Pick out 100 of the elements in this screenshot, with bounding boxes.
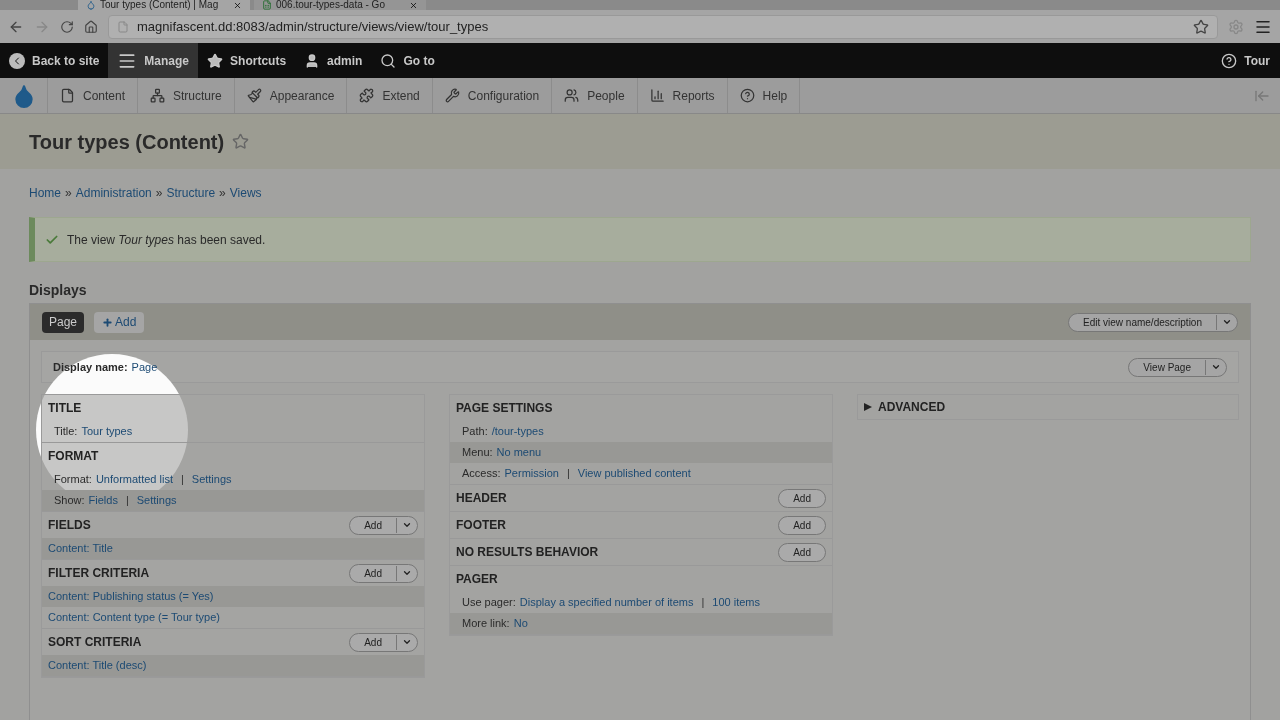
setting-link[interactable]: Permission <box>504 465 559 482</box>
toolbar-item[interactable]: Go to <box>371 43 444 78</box>
setting-link[interactable]: Unformatted list <box>95 471 173 488</box>
admin-menu-item[interactable]: Content <box>48 78 139 113</box>
toolbar-item[interactable]: Back to site <box>0 43 109 78</box>
close-icon[interactable] <box>233 1 242 10</box>
section-title: Displays <box>29 281 88 300</box>
help-icon <box>739 88 755 103</box>
setting-link[interactable]: 100 items <box>712 594 760 611</box>
add-split-button[interactable]: Add <box>349 632 418 652</box>
brush-icon <box>246 88 262 103</box>
add-button[interactable]: Add <box>778 542 826 562</box>
tour-button[interactable]: Tour <box>1211 51 1280 70</box>
advanced-toggle[interactable]: ADVANCED <box>864 398 946 416</box>
setting-label: Path: <box>462 424 488 440</box>
setting-link[interactable]: Fields <box>88 492 118 509</box>
admin-menu-item[interactable]: Extend <box>347 78 433 113</box>
address-bar[interactable]: magnifascent.dd:8083/admin/structure/views/view/tour_types <box>108 14 1218 39</box>
toolbar-item[interactable]: Shortcuts <box>198 43 296 78</box>
display-name-label: Display name: <box>53 359 128 375</box>
puzzle-icon <box>359 88 375 103</box>
setting-link[interactable]: Content: Content type (= Tour type) <box>48 609 220 626</box>
link-separator: | <box>125 493 129 509</box>
section-heading: PAGER <box>456 571 498 588</box>
setting-label: Title: <box>54 424 78 440</box>
setting-label: Use pager: <box>462 595 516 611</box>
browser-tab[interactable]: 006.tour-types-data - Go <box>254 0 426 10</box>
admin-menu-item[interactable]: Reports <box>637 78 728 113</box>
toolbar-item[interactable]: admin <box>295 43 372 78</box>
setting-link[interactable]: No menu <box>496 444 542 461</box>
site-icon <box>86 0 96 10</box>
breadcrumb-separator: » <box>65 185 72 202</box>
breadcrumb-link[interactable]: Administration <box>75 184 152 202</box>
setting-link[interactable]: Display a specified number of items <box>519 594 694 611</box>
tab-title: 006.tour-types-data - Go <box>276 0 385 10</box>
back-icon <box>9 52 25 69</box>
admin-menu-item[interactable]: People <box>552 78 638 113</box>
setting-label: Show: <box>54 493 85 509</box>
admin-menu-item[interactable]: Appearance <box>234 78 348 113</box>
tab-title: Tour types (Content) | Mag <box>100 0 219 10</box>
breadcrumb-link[interactable]: Home <box>29 184 61 202</box>
admin-menu-item[interactable]: Help <box>727 78 801 113</box>
setting-label: Format: <box>54 472 92 488</box>
wrench-icon <box>444 88 460 103</box>
caret-icon <box>1222 317 1232 327</box>
setting-label: Access: <box>462 466 501 482</box>
page-title: Tour types (Content) <box>29 129 225 155</box>
url-text: magnifascent.dd:8083/admin/structure/views/view/tour_types <box>137 17 489 36</box>
star-icon[interactable] <box>232 133 250 150</box>
add-display-button[interactable]: Add <box>94 311 145 333</box>
setting-link[interactable]: View published content <box>577 465 691 482</box>
breadcrumb-link[interactable]: Structure <box>166 184 216 202</box>
caret-icon <box>402 568 412 578</box>
section-heading: NO RESULTS BEHAVIOR <box>456 544 599 561</box>
add-split-button[interactable]: Add <box>349 515 418 535</box>
link-separator: | <box>701 595 705 611</box>
setting-link[interactable]: /tour-types <box>491 423 544 440</box>
page-icon <box>117 20 129 33</box>
spreadsheet-icon <box>262 0 272 10</box>
breadcrumb-link[interactable]: Views <box>229 184 262 202</box>
add-button[interactable]: Add <box>778 515 826 535</box>
section-heading: FIELDS <box>48 517 91 534</box>
display-name-link[interactable]: Page <box>131 358 158 376</box>
bookmark-star-icon[interactable] <box>1193 18 1209 35</box>
reload-icon[interactable] <box>60 19 74 34</box>
home-icon[interactable] <box>84 19 98 34</box>
help-icon <box>1221 52 1238 69</box>
toolbar-item[interactable]: Manage <box>108 43 199 78</box>
caret-icon <box>402 637 412 647</box>
link-separator: | <box>180 472 184 488</box>
admin-menu-item[interactable]: Configuration <box>432 78 553 113</box>
section-heading: SORT CRITERIA <box>48 634 142 651</box>
setting-link[interactable]: Settings <box>191 471 232 488</box>
breadcrumb-separator: » <box>155 185 163 202</box>
section-heading: FOOTER <box>456 517 506 534</box>
breadcrumb-separator: » <box>219 185 226 202</box>
document-icon <box>60 88 75 103</box>
display-tab[interactable]: Page <box>42 311 85 333</box>
setting-link[interactable]: Settings <box>136 492 177 509</box>
section-heading: HEADER <box>456 490 507 507</box>
admin-menu-item[interactable]: Structure <box>138 78 235 113</box>
edit-split-button[interactable]: Edit view name/description <box>1068 312 1238 332</box>
add-split-button[interactable]: Add <box>349 563 418 583</box>
message-text: The view Tour types has been saved. <box>67 231 266 249</box>
setting-link[interactable]: Tour types <box>81 423 133 440</box>
people-icon <box>564 88 580 103</box>
add-button[interactable]: Add <box>778 488 826 508</box>
caret-icon <box>1211 362 1221 372</box>
hierarchy-icon <box>150 88 166 103</box>
close-icon[interactable] <box>409 1 418 10</box>
setting-link[interactable]: Content: Title <box>48 540 113 557</box>
search-icon <box>380 52 397 69</box>
section-heading: FORMAT <box>48 448 99 465</box>
view-split-button[interactable]: View Page <box>1128 357 1227 377</box>
browser-tab[interactable]: Tour types (Content) | Mag <box>78 0 250 10</box>
link-separator: | <box>566 466 570 482</box>
setting-link[interactable]: No <box>513 615 528 632</box>
star-icon <box>207 52 224 69</box>
setting-label: More link: <box>462 616 510 632</box>
plus-icon <box>102 316 114 328</box>
